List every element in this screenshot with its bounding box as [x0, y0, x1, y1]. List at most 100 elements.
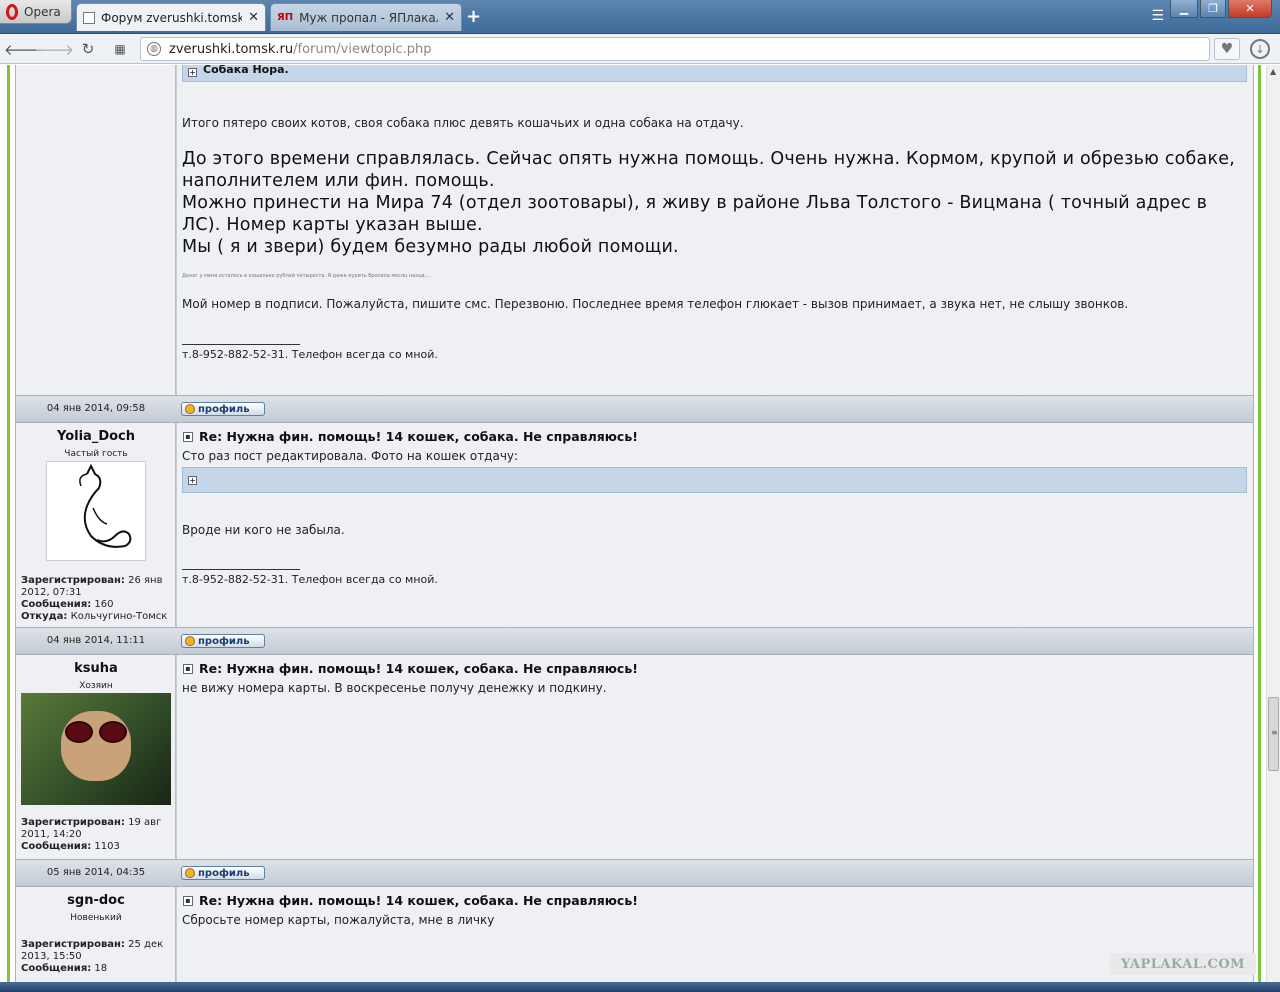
profile-button[interactable]: профиль: [181, 402, 265, 416]
post-title-text: Re: Нужна фин. помощь! 14 кошек, собака.…: [199, 661, 638, 676]
profile-button[interactable]: профиль: [181, 866, 265, 880]
profile-icon: [185, 404, 195, 414]
spoiler-block[interactable]: + Собака Нора.: [182, 65, 1247, 82]
site-info-icon[interactable]: ◍: [147, 42, 161, 56]
post-big-line: Можно принести на Мира 74 (отдел зоотова…: [182, 193, 1208, 213]
back-icon[interactable]: 🡐: [4, 39, 44, 59]
scroll-up-icon[interactable]: ▲: [1270, 67, 1276, 76]
post-icon[interactable]: ▪: [183, 431, 193, 442]
profile-label: профиль: [198, 635, 250, 647]
post-big-line: До этого времени справлялась. Сейчас опя…: [182, 149, 1235, 169]
from-label: Откуда:: [21, 611, 68, 622]
registered-label: Зарегистрирован:: [21, 817, 125, 828]
browser-tab-bar: Opera Форум zverushki.tomsk.ru ✕ ЯП Муж …: [0, 0, 1280, 34]
post-row: ksuha Хозяин Зарегистрирован: 19 авг 201…: [16, 655, 1253, 859]
opera-menu-label: Opera: [24, 4, 61, 19]
post-body: ▪ Re: Нужна фин. помощь! 14 кошек, собак…: [177, 423, 1253, 627]
user-info: Зарегистрирован: 19 авг 2011, 14:20 Сооб…: [21, 817, 173, 853]
expand-icon[interactable]: +: [188, 476, 197, 485]
post-big-line: наполнителем или фин. помощь.: [182, 171, 495, 191]
author-cell: Yolia_Doch Частый гость Зарегистрирован:…: [16, 423, 176, 627]
author-cell: ksuha Хозяин Зарегистрирован: 19 авг 201…: [16, 655, 176, 859]
posts-label: Сообщения:: [21, 963, 92, 974]
post-body: ▪ Re: Нужна фин. помощь! 14 кошек, собак…: [177, 887, 1253, 982]
post-text: Вроде ни кого не забыла.: [182, 523, 345, 537]
tab-yaplakal[interactable]: ЯП Муж пропал - ЯПлакаль ✕: [270, 3, 462, 31]
post-footer: 04 янв 2014, 11:11 профиль: [16, 627, 1253, 655]
reload-icon[interactable]: ↻: [78, 39, 98, 59]
opera-menu-button[interactable]: Opera: [0, 0, 72, 24]
tab-title: Форум zverushki.tomsk.ru: [101, 10, 242, 25]
spoiler-block[interactable]: +: [182, 467, 1247, 493]
forum-posts-table: + Собака Нора. Итого пятеро своих котов,…: [15, 65, 1254, 982]
username[interactable]: sgn-doc: [16, 893, 176, 908]
browser-nav-bar: 🡐 🡒 ↻ ▦ ◍ zverushki.tomsk.ru/forum/viewt…: [0, 34, 1280, 64]
registered-label: Зарегистрирован:: [21, 575, 125, 586]
user-location: Кольчугино-Томск: [70, 611, 168, 622]
close-tab-icon[interactable]: ✕: [248, 10, 259, 25]
posts-label: Сообщения:: [21, 599, 92, 610]
post-body: ▪ Re: Нужна фин. помощь! 14 кошек, собак…: [177, 655, 1253, 859]
user-rank: Новенький: [70, 913, 122, 923]
cat-drawing-icon: [79, 463, 132, 548]
post-text: Сбросьте номер карты, пожалуйста, мне в …: [182, 913, 495, 927]
post-big-line: ЛС). Номер карты указан выше.: [182, 215, 483, 235]
post-icon[interactable]: ▪: [183, 663, 193, 674]
post-title: ▪ Re: Нужна фин. помощь! 14 кошек, собак…: [183, 893, 638, 908]
page-border-right: [1258, 65, 1261, 982]
address-bar[interactable]: ◍ zverushki.tomsk.ru/forum/viewtopic.php: [140, 37, 1210, 61]
post-title: ▪ Re: Нужна фин. помощь! 14 кошек, собак…: [183, 661, 638, 676]
user-info: Зарегистрирован: 26 янв 2012, 07:31 Сооб…: [21, 575, 173, 623]
new-tab-icon[interactable]: +: [466, 6, 481, 27]
tab-menu-icon[interactable]: ☰: [1151, 8, 1164, 24]
post-tiny-text: Денег у меня осталось в кошельке рублей …: [182, 273, 431, 279]
scrollbar-thumb[interactable]: ≡: [1268, 697, 1279, 771]
username[interactable]: ksuha: [16, 661, 176, 676]
post-text: Итого пятеро своих котов, своя собака пл…: [182, 116, 744, 130]
profile-icon: [185, 636, 195, 646]
post-date: 05 янв 2014, 04:35: [46, 867, 146, 878]
post-row: Yolia_Doch Частый гость Зарегистрирован:…: [16, 423, 1253, 627]
profile-icon: [185, 868, 195, 878]
bookmark-heart-icon[interactable]: ♥: [1214, 38, 1240, 60]
avatar: [46, 461, 146, 561]
posts-count: 18: [94, 963, 108, 974]
signature-divider: [182, 569, 300, 570]
profile-button[interactable]: профиль: [181, 634, 265, 648]
page-viewport: + Собака Нора. Итого пятеро своих котов,…: [0, 65, 1266, 982]
downloads-icon[interactable]: ↓: [1250, 39, 1270, 59]
post-row: sgn-doc Новенький Зарегистрирован: 25 де…: [16, 887, 1253, 982]
speed-dial-icon[interactable]: ▦: [110, 39, 130, 59]
close-tab-icon[interactable]: ✕: [444, 10, 455, 25]
page-icon: [83, 11, 95, 24]
post-icon[interactable]: ▪: [183, 895, 193, 906]
post-text: Сто раз пост редактировала. Фото на коше…: [182, 449, 519, 463]
yaplakal-watermark: YAPLAKAL.COM: [1110, 953, 1256, 975]
close-window-icon[interactable]: ✕: [1228, 0, 1272, 18]
sunglasses-right-shape: [99, 721, 127, 743]
posts-count: 1103: [94, 841, 120, 852]
avatar: [21, 693, 171, 805]
profile-label: профиль: [198, 867, 250, 879]
opera-logo-icon: [6, 3, 18, 20]
address-path: /forum/viewtopic.php: [293, 41, 432, 57]
author-cell: sgn-doc Новенький Зарегистрирован: 25 де…: [16, 887, 176, 982]
spoiler-title: Собака Нора.: [203, 65, 289, 76]
signature-divider: [182, 344, 300, 345]
window-controls: ▁ ❐ ✕: [1170, 0, 1272, 18]
page-border-left: [7, 65, 10, 982]
post-title-text: Re: Нужна фин. помощь! 14 кошек, собака.…: [199, 893, 638, 908]
forward-icon[interactable]: 🡒: [34, 39, 74, 59]
posts-label: Сообщения:: [21, 841, 92, 852]
minimize-icon[interactable]: ▁: [1170, 0, 1198, 18]
maximize-icon[interactable]: ❐: [1200, 0, 1226, 18]
expand-icon[interactable]: +: [188, 68, 197, 77]
tab-forum[interactable]: Форум zverushki.tomsk.ru ✕: [76, 3, 266, 31]
post-title-text: Re: Нужна фин. помощь! 14 кошек, собака.…: [199, 429, 638, 444]
username[interactable]: Yolia_Doch: [16, 429, 176, 444]
post-footer: 05 янв 2014, 04:35 профиль: [16, 859, 1253, 887]
signature: т.8-952-882-52-31. Телефон всегда со мно…: [182, 573, 438, 586]
author-cell: [16, 65, 176, 395]
grip-icon: ≡: [1271, 728, 1278, 737]
page-scrollbar[interactable]: ▲ ≡: [1266, 65, 1280, 982]
